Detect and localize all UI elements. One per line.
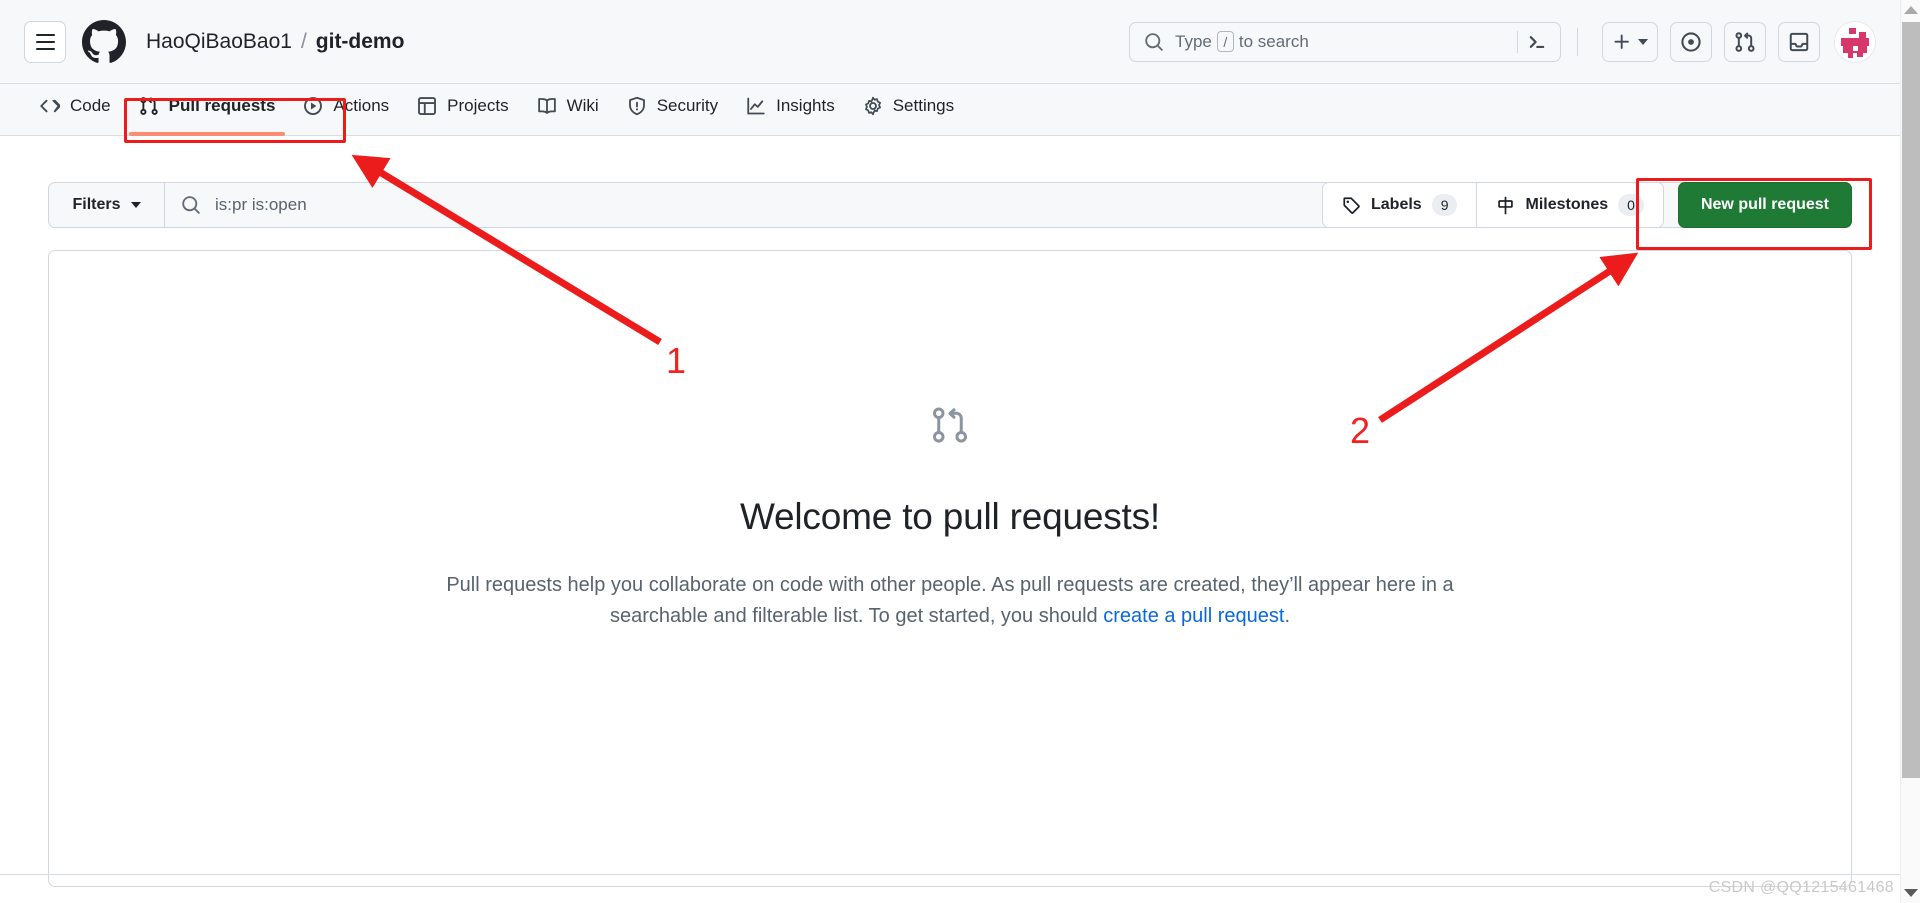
git-pull-request-icon xyxy=(930,405,970,450)
labels-count: 9 xyxy=(1431,193,1458,217)
chevron-down-icon xyxy=(130,202,141,208)
tab-label: Insights xyxy=(776,96,835,115)
breadcrumb: HaoQiBaoBao1 / git-demo xyxy=(146,30,404,54)
search-icon xyxy=(181,195,201,215)
filters-label: Filters xyxy=(72,196,121,213)
chevron-down-icon xyxy=(1638,38,1648,45)
breadcrumb-owner[interactable]: HaoQiBaoBao1 xyxy=(146,30,292,54)
hamburger-icon[interactable] xyxy=(24,20,66,63)
issues-button[interactable] xyxy=(1670,21,1712,62)
blankslate-body-part1: Pull requests help you collaborate on co… xyxy=(446,574,1454,627)
scroll-down-arrow-icon[interactable] xyxy=(1904,889,1918,897)
page-root: HaoQiBaoBao1 / git-demo Type / to search xyxy=(0,0,1920,903)
blankslate-body: Pull requests help you collaborate on co… xyxy=(425,570,1475,632)
tab-label: Code xyxy=(70,96,111,115)
milestones-button[interactable]: Milestones 0 xyxy=(1476,183,1663,227)
terminal-icon[interactable] xyxy=(1518,26,1556,58)
labels-label: Labels xyxy=(1371,196,1422,213)
search-placeholder: Type / to search xyxy=(1175,31,1309,52)
tab-label: Pull requests xyxy=(168,96,276,115)
watermark: CSDN @QQ1215461468 xyxy=(1708,879,1894,896)
gear-icon xyxy=(863,96,883,116)
search-input[interactable]: Type / to search xyxy=(1129,21,1561,62)
tab-wiki[interactable]: Wiki xyxy=(523,84,613,128)
avatar-icon xyxy=(1835,21,1875,62)
breadcrumb-separator: / xyxy=(300,29,307,53)
main-content: Filters is:pr is:open Labels 9 Milestone… xyxy=(0,136,1900,903)
tag-icon xyxy=(1342,196,1361,215)
tab-label: Wiki xyxy=(566,96,599,115)
git-pull-request-icon xyxy=(139,96,159,116)
create-pull-request-link[interactable]: create a pull request xyxy=(1103,605,1284,627)
milestone-icon xyxy=(1496,196,1515,215)
graph-icon xyxy=(746,96,766,116)
github-logo-icon[interactable] xyxy=(82,19,126,64)
hamburger-bar xyxy=(35,47,55,50)
table-icon xyxy=(417,96,437,116)
hamburger-bar xyxy=(35,40,55,43)
pr-search-value: is:pr is:open xyxy=(215,195,307,214)
tab-settings[interactable]: Settings xyxy=(849,84,968,128)
global-header: HaoQiBaoBao1 / git-demo Type / to search xyxy=(0,0,1900,84)
vertical-scrollbar[interactable] xyxy=(1900,0,1920,903)
tab-security[interactable]: Security xyxy=(613,84,732,128)
tab-label: Actions xyxy=(333,96,390,115)
pull-requests-button[interactable] xyxy=(1724,21,1766,62)
book-icon xyxy=(537,96,557,116)
issue-opened-icon xyxy=(1681,31,1701,52)
milestones-count: 0 xyxy=(1618,193,1644,217)
tab-actions[interactable]: Actions xyxy=(289,84,403,128)
git-pull-request-icon xyxy=(1735,31,1755,52)
filters-button[interactable]: Filters xyxy=(48,182,164,228)
tab-label: Security xyxy=(656,96,719,115)
shield-icon xyxy=(627,96,647,116)
search-prefix: Type xyxy=(1175,31,1212,51)
code-icon xyxy=(40,96,60,116)
search-suffix: to search xyxy=(1238,31,1309,51)
page-title: Welcome to pull requests! xyxy=(739,496,1160,537)
scrollbar-thumb[interactable] xyxy=(1902,22,1920,778)
blankslate-body-part2: . xyxy=(1284,605,1291,627)
labels-milestones-group: Labels 9 Milestones 0 xyxy=(1322,182,1664,228)
milestones-label: Milestones xyxy=(1525,196,1609,213)
tab-code[interactable]: Code xyxy=(26,84,125,128)
repo-nav: Code Pull requests Actions Projects Wiki… xyxy=(0,84,1900,136)
avatar[interactable] xyxy=(1834,20,1876,63)
toolbar-right-actions: Labels 9 Milestones 0 New pull request xyxy=(1322,182,1852,228)
breadcrumb-repo[interactable]: git-demo xyxy=(316,30,405,54)
create-new-button[interactable] xyxy=(1602,21,1658,62)
tab-label: Projects xyxy=(447,96,509,115)
header-divider xyxy=(1577,27,1578,56)
new-pull-request-button[interactable]: New pull request xyxy=(1677,182,1852,228)
tab-projects[interactable]: Projects xyxy=(403,84,522,128)
slash-key-icon: / xyxy=(1216,31,1234,52)
tab-pull-requests[interactable]: Pull requests xyxy=(125,84,290,136)
tab-insights[interactable]: Insights xyxy=(732,84,849,128)
labels-button[interactable]: Labels 9 xyxy=(1323,183,1477,227)
scroll-up-arrow-icon[interactable] xyxy=(1904,6,1918,14)
search-icon xyxy=(1144,32,1164,52)
notifications-button[interactable] xyxy=(1778,21,1820,62)
footer-divider xyxy=(0,874,1900,875)
pull-requests-blankslate: Welcome to pull requests! Pull requests … xyxy=(48,250,1852,887)
tab-label: Settings xyxy=(892,96,955,115)
hamburger-bar xyxy=(35,33,55,36)
plus-icon xyxy=(1614,34,1629,49)
play-icon xyxy=(303,96,323,116)
inbox-icon xyxy=(1789,32,1809,51)
